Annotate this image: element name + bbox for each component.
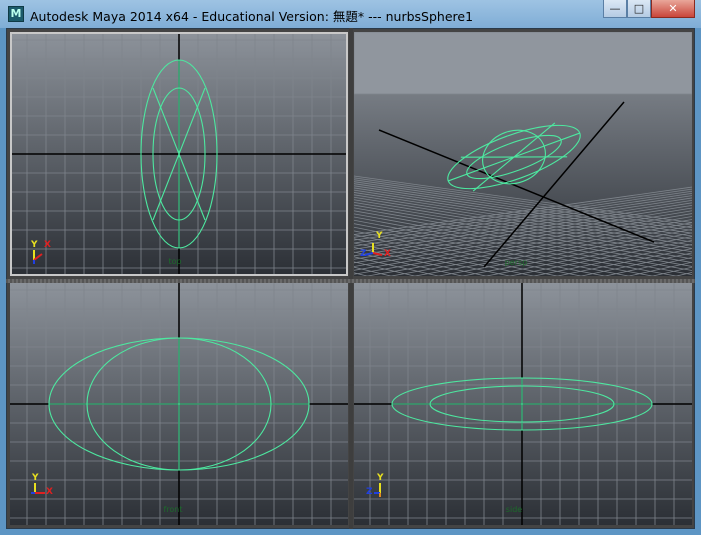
axis-x-label: X — [44, 240, 51, 250]
axis-z-label: Z — [366, 487, 373, 497]
axis-gnomon-persp: Y Z X — [360, 231, 391, 261]
window-title: Autodesk Maya 2014 x64 - Educational Ver… — [30, 9, 474, 24]
close-button[interactable]: ✕ — [651, 0, 695, 18]
maximize-icon: □ — [633, 2, 645, 15]
axis-x-label: X — [384, 249, 391, 259]
minimize-button[interactable]: — — [603, 0, 627, 18]
axis-gnomon-front: Y X — [28, 473, 54, 499]
maximize-button[interactable]: □ — [627, 0, 651, 18]
title-bar[interactable]: M Autodesk Maya 2014 x64 - Educational V… — [0, 0, 701, 28]
viewport-side[interactable]: Y Z side — [354, 283, 692, 525]
camera-label-top: top — [168, 257, 182, 266]
camera-label-front: front — [163, 505, 183, 514]
window-controls: — □ ✕ — [603, 0, 695, 20]
axis-z-label: Z — [360, 249, 367, 259]
front-canvas — [10, 283, 348, 525]
maya-icon[interactable]: M — [8, 6, 24, 22]
viewport-top[interactable]: Y X top — [10, 32, 348, 276]
camera-label-persp: persp — [504, 258, 528, 267]
viewport-front[interactable]: Y X front — [10, 283, 348, 525]
top-canvas — [10, 32, 348, 276]
axis-y-label: Y — [377, 473, 384, 483]
axis-y-label: Y — [31, 240, 38, 250]
axis-y-label: Y — [32, 473, 39, 483]
axis-x-label: X — [46, 487, 53, 497]
axis-y-label: Y — [376, 231, 383, 241]
nurbs-sphere-side — [391, 377, 653, 431]
persp-canvas — [354, 32, 692, 276]
axis-gnomon-side: Y Z — [366, 473, 396, 499]
camera-label-side: side — [505, 505, 523, 514]
viewport-persp[interactable]: Y Z X persp — [354, 32, 692, 276]
side-canvas — [354, 283, 692, 525]
minimize-icon: — — [609, 2, 621, 15]
axis-gnomon-top: Y X — [28, 240, 54, 266]
close-icon: ✕ — [668, 2, 678, 15]
